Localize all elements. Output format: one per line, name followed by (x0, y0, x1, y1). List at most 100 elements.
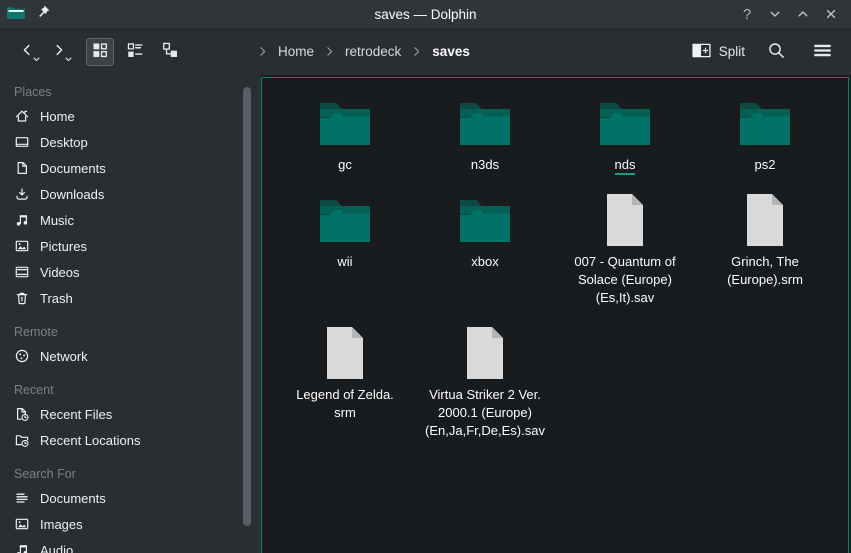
music-icon (14, 212, 30, 228)
sidebar-section-search-for: Search For Documents Images Audio (0, 463, 261, 553)
places-panel: Places Home Desktop Documents Downloads … (0, 75, 261, 553)
sidebar-item-images[interactable]: Images (0, 511, 261, 537)
music-icon (14, 542, 30, 553)
breadcrumb-separator-icon (410, 45, 423, 58)
icons-view-button[interactable] (86, 38, 114, 66)
item-label: gc (338, 157, 352, 172)
tree-view-button[interactable] (156, 38, 184, 66)
app-folder-icon[interactable] (6, 4, 26, 25)
chevron-down-icon (767, 6, 783, 22)
home-icon (14, 108, 30, 124)
folder-icon (317, 100, 373, 146)
item-label: Legend of Zelda. srm (296, 387, 394, 420)
icons-view-icon (91, 41, 109, 62)
folder-icon (457, 100, 513, 146)
item-label: n3ds (471, 157, 499, 172)
sidebar-item-label: Recent Files (40, 407, 112, 422)
sidebar-item-documents[interactable]: Documents (0, 485, 261, 511)
sidebar-section-recent: Recent Recent Files Recent Locations (0, 379, 261, 453)
sidebar-item-audio[interactable]: Audio (0, 537, 261, 553)
sidebar-item-label: Downloads (40, 187, 104, 202)
sidebar-item-label: Images (40, 517, 83, 532)
menu-button[interactable] (807, 37, 837, 67)
folder-item-xbox[interactable]: xbox (415, 192, 555, 307)
sidebar-item-desktop[interactable]: Desktop (0, 129, 261, 155)
split-button-label: Split (719, 44, 745, 59)
breadcrumb-item-saves[interactable]: saves (432, 44, 470, 59)
help-button[interactable]: ? (735, 3, 759, 25)
sidebar-item-trash[interactable]: Trash (0, 285, 261, 311)
split-view-icon (692, 42, 711, 62)
breadcrumb-separator-icon (323, 45, 336, 58)
caret-down-icon (33, 50, 40, 65)
breadcrumb-item-retrodeck[interactable]: retrodeck (345, 44, 401, 59)
sidebar-item-label: Videos (40, 265, 80, 280)
minimize-button[interactable] (763, 3, 787, 25)
item-label: Virtua Striker 2 Ver. 2000.1 (Europe) (E… (425, 387, 545, 438)
sidebar-section-title[interactable]: Places (0, 81, 261, 103)
folder-view: gc n3ds nds ps2 wii xbox 007 - Quantum o… (261, 77, 849, 553)
item-label: nds (615, 157, 636, 175)
file-item-007-quantum-of-solace-europe-es-it-sav[interactable]: 007 - Quantum of Solace (Europe) (Es,It)… (555, 192, 695, 307)
sidebar-item-recent-files[interactable]: Recent Files (0, 401, 261, 427)
folder-icon (737, 100, 793, 146)
sidebar-item-downloads[interactable]: Downloads (0, 181, 261, 207)
search-icon (767, 41, 786, 63)
image-icon (14, 238, 30, 254)
filelines-icon (14, 490, 30, 506)
sidebar-item-pictures[interactable]: Pictures (0, 233, 261, 259)
chevron-up-icon (795, 6, 811, 22)
folder-item-nds[interactable]: nds (555, 95, 695, 174)
toolbar: Home retrodeck saves Split (0, 28, 851, 75)
tree-view-icon (161, 41, 179, 62)
titlebar: saves — Dolphin ? (0, 0, 851, 28)
sidebar-section-remote: Remote Network (0, 321, 261, 369)
sidebar-item-recent-locations[interactable]: Recent Locations (0, 427, 261, 453)
folder-item-wii[interactable]: wii (275, 192, 415, 307)
file-item-grinch-the-europe-srm[interactable]: Grinch, The (Europe).srm (695, 192, 835, 307)
recent-file-icon (14, 406, 30, 422)
sidebar-item-label: Desktop (40, 135, 88, 150)
folder-icon (317, 197, 373, 243)
back-button[interactable] (12, 37, 42, 67)
file-item-legend-of-zelda-srm[interactable]: Legend of Zelda. srm (275, 325, 415, 440)
folder-icon (457, 197, 513, 243)
sidebar-scrollbar[interactable] (243, 87, 251, 526)
folder-item-gc[interactable]: gc (275, 95, 415, 174)
item-label: xbox (471, 254, 498, 269)
sidebar-item-documents[interactable]: Documents (0, 155, 261, 181)
close-button[interactable] (819, 3, 843, 25)
window-title: saves — Dolphin (0, 7, 851, 22)
file-icon (602, 192, 648, 248)
sidebar-section-title[interactable]: Recent (0, 379, 261, 401)
sidebar-item-home[interactable]: Home (0, 103, 261, 129)
sidebar-section-title[interactable]: Remote (0, 321, 261, 343)
recent-folder-icon (14, 432, 30, 448)
maximize-button[interactable] (791, 3, 815, 25)
breadcrumb-item-home[interactable]: Home (278, 44, 314, 59)
file-item-virtua-striker-2-ver-2000-1-europe-en-ja-fr-de-es-sav[interactable]: Virtua Striker 2 Ver. 2000.1 (Europe) (E… (415, 325, 555, 440)
desktop-icon (14, 134, 30, 150)
sidebar-section-places: Places Home Desktop Documents Downloads … (0, 81, 261, 311)
network-icon (14, 348, 30, 364)
folder-icon (597, 100, 653, 146)
split-button[interactable]: Split (692, 42, 745, 62)
folder-item-n3ds[interactable]: n3ds (415, 95, 555, 174)
dolphin-window: saves — Dolphin ? Home retrodeck saves (0, 0, 851, 553)
sidebar-item-label: Documents (40, 491, 106, 506)
sidebar-item-label: Recent Locations (40, 433, 140, 448)
close-icon (823, 6, 839, 22)
search-button[interactable] (761, 37, 791, 67)
item-label: wii (337, 254, 352, 269)
item-label: ps2 (755, 157, 776, 172)
pin-icon[interactable] (36, 4, 51, 24)
forward-button[interactable] (44, 37, 74, 67)
sidebar-item-music[interactable]: Music (0, 207, 261, 233)
details-view-button[interactable] (121, 38, 149, 66)
folder-item-ps2[interactable]: ps2 (695, 95, 835, 174)
sidebar-item-videos[interactable]: Videos (0, 259, 261, 285)
doc-icon (14, 160, 30, 176)
sidebar-item-network[interactable]: Network (0, 343, 261, 369)
sidebar-item-label: Documents (40, 161, 106, 176)
sidebar-section-title[interactable]: Search For (0, 463, 261, 485)
